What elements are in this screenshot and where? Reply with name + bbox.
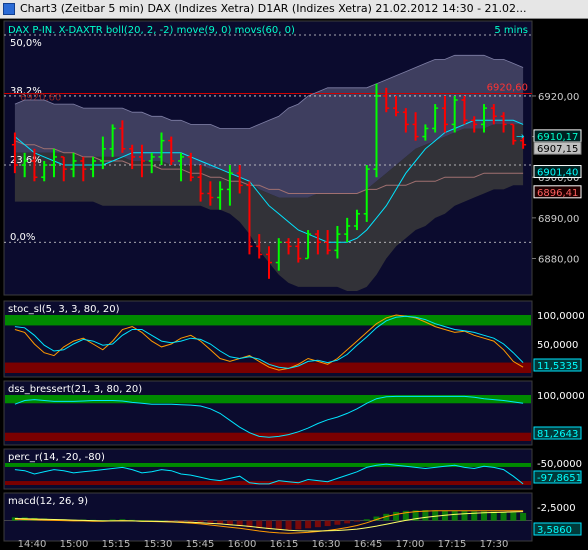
time-axis-label: 16:30 bbox=[312, 539, 341, 550]
chart-window: Chart3 (Zeitbar 5 min) DAX (Indizes Xetr… bbox=[0, 0, 588, 550]
indicator-tick-label: 100,0000 bbox=[537, 391, 585, 402]
time-axis-label: 15:45 bbox=[186, 539, 215, 550]
stochastic-panel: stoc_sl(5, 3, 3, 80, 20) 100,0000 50,0000 1… bbox=[3, 300, 585, 378]
y-tick-label: 6920,00 bbox=[538, 92, 579, 103]
y-tick-label: 6890,00 bbox=[538, 214, 579, 225]
chart-app-icon bbox=[3, 3, 15, 15]
indicator-title: macd(12, 26, 9) bbox=[8, 496, 88, 507]
window-title: Chart3 (Zeitbar 5 min) DAX (Indizes Xetr… bbox=[20, 2, 527, 15]
time-axis-label: 17:00 bbox=[396, 539, 425, 550]
macd-histogram-bar bbox=[197, 520, 204, 522]
main-indicator-title: DAX P-IN. X-DAXTR boll(20, 2, -2) move(9… bbox=[8, 25, 295, 36]
indicator-tick-label: -50,0000 bbox=[537, 459, 582, 470]
fib-label: 0,0% bbox=[10, 232, 35, 243]
macd-histogram-bar bbox=[207, 520, 214, 523]
indicator-value-text: 11,5335 bbox=[537, 361, 578, 372]
oversold-zone bbox=[5, 481, 531, 485]
macd-histogram-bar bbox=[393, 511, 400, 521]
macd-histogram-bar bbox=[461, 511, 468, 521]
window-titlebar[interactable]: Chart3 (Zeitbar 5 min) DAX (Indizes Xetr… bbox=[0, 0, 588, 19]
indicator-value-text: -97,8651 bbox=[537, 473, 582, 484]
time-axis-label: 16:15 bbox=[270, 539, 299, 550]
macd-histogram-bar bbox=[285, 520, 292, 530]
macd-histogram-bar bbox=[353, 520, 360, 522]
macd-panel: macd(12, 26, 9) -2,5000 3,5860 bbox=[3, 492, 582, 542]
overbought-zone bbox=[5, 315, 531, 326]
price-value-tag-text: 6901,40 bbox=[537, 168, 578, 179]
price-value-tag-text: 6910,17 bbox=[537, 132, 578, 143]
fib-label: 50,0% bbox=[10, 38, 42, 49]
time-axis-label: 17:30 bbox=[480, 539, 509, 550]
dss-panel: dss_bressert(21, 3, 80, 20) 100,0000 81,26… bbox=[3, 380, 585, 446]
time-axis-label: 17:15 bbox=[438, 539, 467, 550]
macd-histogram-bar bbox=[295, 520, 302, 530]
macd-histogram-bar bbox=[275, 520, 282, 530]
time-axis-label: 16:00 bbox=[228, 539, 257, 550]
time-axis-label: 14:40 bbox=[18, 539, 47, 550]
time-axis-label: 15:00 bbox=[60, 539, 89, 550]
resistance-label: 6920,60 bbox=[487, 83, 528, 94]
macd-histogram-bar bbox=[432, 510, 439, 521]
time-axis-label: 15:15 bbox=[102, 539, 131, 550]
macd-histogram-bar bbox=[363, 519, 370, 521]
macd-histogram-bar bbox=[187, 520, 194, 522]
macd-histogram-bar bbox=[334, 520, 341, 525]
chart-area[interactable]: DAX P-IN. X-DAXTR boll(20, 2, -2) move(9… bbox=[0, 19, 588, 550]
macd-histogram-bar bbox=[500, 511, 507, 521]
macd-histogram-bar bbox=[324, 520, 331, 527]
macd-histogram-bar bbox=[344, 520, 351, 524]
indicator-title: stoc_sl(5, 3, 3, 80, 20) bbox=[8, 304, 120, 315]
indicator-tick-label: 100,0000 bbox=[537, 311, 585, 322]
indicator-tick-label: 50,0000 bbox=[537, 340, 578, 351]
faded-resistance-label: 6920,60 bbox=[20, 93, 61, 104]
macd-histogram-bar bbox=[266, 520, 272, 529]
macd-histogram-bar bbox=[510, 512, 517, 521]
indicator-value-text: 3,5860 bbox=[537, 525, 572, 536]
time-axis-label: 15:30 bbox=[144, 539, 173, 550]
macd-histogram-bar bbox=[305, 520, 312, 529]
indicator-value-text: 81,2643 bbox=[537, 429, 578, 440]
overbought-zone bbox=[5, 463, 531, 467]
interval-label: 5 mins bbox=[494, 25, 528, 36]
time-axis-label: 16:45 bbox=[354, 539, 383, 550]
macd-histogram-bar bbox=[314, 520, 321, 528]
arrow-marker: → bbox=[516, 132, 524, 143]
indicator-tick-label: -2,5000 bbox=[537, 503, 576, 514]
macd-histogram-bar bbox=[451, 510, 458, 521]
macd-histogram-bar bbox=[520, 513, 527, 521]
price-value-tag-text: 6896,41 bbox=[537, 188, 578, 199]
indicator-title: dss_bressert(21, 3, 80, 20) bbox=[8, 384, 142, 395]
percent-r-panel: perc_r(14, -20, -80) -50,0000 -97,8651 bbox=[3, 448, 582, 490]
price-value-tag-text: 6907,15 bbox=[537, 144, 578, 155]
y-tick-label: 6880,00 bbox=[538, 254, 579, 265]
indicator-title: perc_r(14, -20, -80) bbox=[8, 452, 105, 463]
